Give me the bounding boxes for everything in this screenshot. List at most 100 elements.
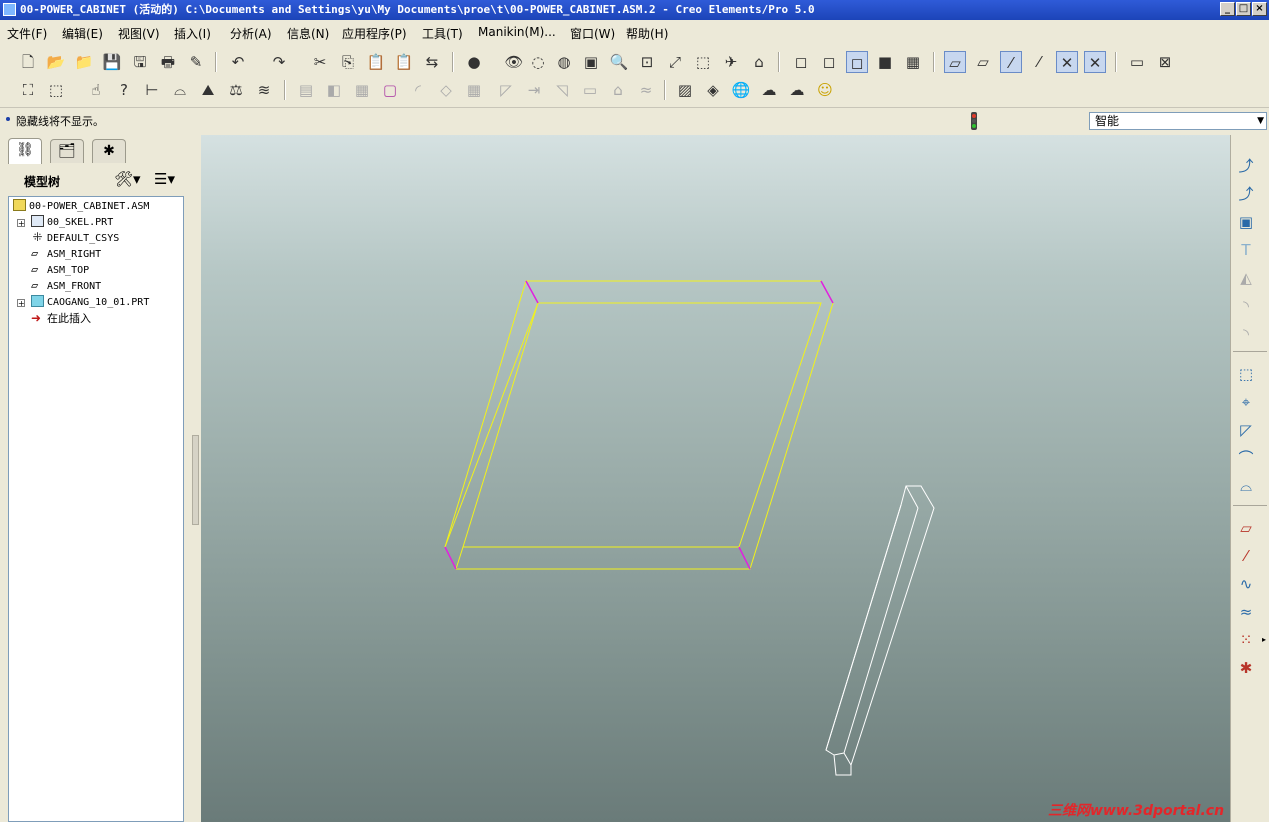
measure-distance-icon[interactable]: ⊢ bbox=[141, 79, 163, 101]
view-manager-icon[interactable]: ⌂ bbox=[748, 51, 770, 73]
tree-item-asm-right[interactable]: ▱ ASM_RIGHT bbox=[31, 247, 101, 263]
select-box-icon[interactable]: ⬚ bbox=[45, 79, 67, 101]
coordinate-system-icon[interactable]: ✱ bbox=[1235, 657, 1257, 679]
menu-window[interactable]: 窗口(W) bbox=[570, 25, 615, 42]
selection-filter-select[interactable]: 智能 ▼ bbox=[1089, 112, 1267, 130]
menu-manikin[interactable]: Manikin(M)... bbox=[478, 25, 556, 39]
saved-views-icon[interactable]: ✈ bbox=[720, 51, 742, 73]
mass-properties-icon[interactable]: ⚖ bbox=[225, 79, 247, 101]
analysis-curve-icon[interactable]: ≈ bbox=[1235, 601, 1257, 623]
shading-icon[interactable]: ■ bbox=[874, 51, 896, 73]
hand-select-icon[interactable]: ☝ bbox=[85, 79, 107, 101]
datum-planes-display-icon[interactable]: ▱ bbox=[944, 51, 966, 73]
set-working-dir-icon[interactable]: 📁 bbox=[73, 51, 95, 73]
graphics-window[interactable] bbox=[201, 135, 1230, 822]
datum-point-tool-icon[interactable]: ◸ bbox=[1235, 419, 1257, 441]
scene-icon[interactable]: ☁ bbox=[786, 79, 808, 101]
repaint-icon[interactable]: ▣ bbox=[580, 51, 602, 73]
tree-item-caogang[interactable]: CAOGANG_10_01.PRT bbox=[31, 295, 149, 311]
web-browser-icon[interactable]: 🌐 bbox=[730, 79, 752, 101]
tree-filters-icon[interactable]: ☰▾ bbox=[154, 170, 175, 188]
hidden-line-icon[interactable]: ◻ bbox=[818, 51, 840, 73]
render-tool-icon[interactable]: ☁ bbox=[758, 79, 780, 101]
hide-eye-icon[interactable]: ◌ bbox=[527, 51, 549, 73]
measure-volume-icon[interactable]: ⛰ bbox=[197, 79, 219, 101]
copy-icon[interactable]: ⎘ bbox=[337, 51, 359, 73]
menu-analysis[interactable]: 分析(A) bbox=[230, 25, 272, 42]
folder-browser-tab-icon[interactable]: 🗂 bbox=[50, 139, 84, 163]
zoom-in-icon[interactable]: 🔍 bbox=[608, 51, 630, 73]
csys-tool-icon[interactable]: ⌓ bbox=[1235, 475, 1257, 497]
annotation-display-icon[interactable]: ✕ bbox=[1056, 51, 1078, 73]
window-activate-icon[interactable]: ▭ bbox=[1126, 51, 1148, 73]
tree-item-insert-here[interactable]: ➜ 在此插入 bbox=[31, 311, 91, 327]
smiley-icon[interactable]: ☺ bbox=[814, 79, 836, 101]
datum-points-display-icon[interactable]: ⁄ bbox=[1000, 51, 1022, 73]
menu-insert[interactable]: 插入(I) bbox=[174, 25, 211, 42]
email-icon[interactable]: ✎ bbox=[185, 51, 207, 73]
curve-tool-icon[interactable]: ⌒ bbox=[1235, 447, 1257, 469]
paste-icon[interactable]: 📋 bbox=[365, 51, 387, 73]
regenerate-icon[interactable]: ⇆ bbox=[421, 51, 443, 73]
maximize-icon[interactable]: □ bbox=[1236, 2, 1251, 16]
whats-this-icon[interactable]: ? bbox=[113, 79, 135, 101]
plane-icon[interactable]: ▱ bbox=[1235, 517, 1257, 539]
refit-icon[interactable]: ⤢ bbox=[664, 51, 686, 73]
menu-help[interactable]: 帮助(H) bbox=[626, 25, 668, 42]
zoom-out-icon[interactable]: ⊡ bbox=[636, 51, 658, 73]
expand-icon[interactable]: + bbox=[17, 219, 25, 228]
expand-icon[interactable]: + bbox=[17, 299, 25, 308]
enhanced-realism-icon[interactable]: ▦ bbox=[902, 51, 924, 73]
tree-item-csys[interactable]: ⁜ DEFAULT_CSYS bbox=[31, 231, 119, 247]
traffic-light-icon[interactable] bbox=[968, 111, 980, 131]
menu-edit[interactable]: 编辑(E) bbox=[62, 25, 103, 42]
measure-area-icon[interactable]: ⌓ bbox=[169, 79, 191, 101]
redo-icon[interactable]: ↷ bbox=[268, 51, 290, 73]
create-component-icon[interactable]: ⤴ bbox=[1235, 183, 1257, 205]
paste-special-icon[interactable]: 📋 bbox=[393, 51, 415, 73]
find-icon[interactable]: ⛶ bbox=[17, 79, 39, 101]
wireframe-icon[interactable]: ◻ bbox=[790, 51, 812, 73]
package-component-icon[interactable]: ▣ bbox=[1235, 211, 1257, 233]
undo-icon[interactable]: ↶ bbox=[227, 51, 249, 73]
csys-display-icon[interactable]: ⁄ bbox=[1028, 51, 1050, 73]
visibility-eye-icon[interactable]: 👁 bbox=[503, 51, 525, 73]
model-tree-tab-icon[interactable]: ⛓ bbox=[8, 138, 42, 164]
menu-info[interactable]: 信息(N) bbox=[287, 25, 329, 42]
sketch-icon[interactable]: ▢ bbox=[379, 79, 401, 101]
sketch-curve-icon[interactable]: ∿ bbox=[1235, 573, 1257, 595]
assemble-component-icon[interactable]: ⤴ bbox=[1235, 155, 1257, 177]
no-hidden-icon[interactable]: ◻ bbox=[846, 51, 868, 73]
axis-icon[interactable]: ⁄ bbox=[1235, 545, 1257, 567]
point-icon[interactable]: ⁙ bbox=[1235, 629, 1257, 651]
cut-icon[interactable]: ✂ bbox=[309, 51, 331, 73]
datum-axis-tool-icon[interactable]: ⌖ bbox=[1235, 391, 1257, 413]
model-player-icon[interactable]: ◈ bbox=[702, 79, 724, 101]
tree-item-skel[interactable]: 00_SKEL.PRT bbox=[31, 215, 113, 231]
tree-settings-icon[interactable]: 🛠▾ bbox=[114, 170, 141, 188]
datum-axes-display-icon[interactable]: ▱ bbox=[972, 51, 994, 73]
save-icon[interactable]: 💾 bbox=[101, 51, 123, 73]
layers-icon[interactable]: ≋ bbox=[253, 79, 275, 101]
flyout-arrow-icon[interactable]: ▸ bbox=[1262, 635, 1266, 644]
menu-applications[interactable]: 应用程序(P) bbox=[342, 25, 407, 42]
window-close-icon[interactable]: ⊠ bbox=[1154, 51, 1176, 73]
favorites-tab-icon[interactable]: ✱ bbox=[92, 139, 126, 163]
datum-plane-tool-icon[interactable]: ⬚ bbox=[1235, 363, 1257, 385]
tree-item-root[interactable]: 00-POWER_CABINET.ASM bbox=[13, 199, 149, 215]
shading-sphere-icon[interactable]: ● bbox=[463, 51, 485, 73]
print-icon[interactable]: 🖶 bbox=[157, 51, 179, 73]
open-file-icon[interactable]: 📂 bbox=[45, 51, 67, 73]
spin-center-icon[interactable]: ✕ bbox=[1084, 51, 1106, 73]
layers-eye-icon[interactable]: ◍ bbox=[553, 51, 575, 73]
menu-tools[interactable]: 工具(T) bbox=[422, 25, 463, 42]
menu-view[interactable]: 视图(V) bbox=[118, 25, 160, 42]
menu-file[interactable]: 文件(F) bbox=[7, 25, 47, 42]
appearance-gallery-icon[interactable]: ▨ bbox=[674, 79, 696, 101]
orient-icon[interactable]: ⬚ bbox=[692, 51, 714, 73]
close-icon[interactable]: × bbox=[1252, 2, 1267, 16]
minimize-icon[interactable]: _ bbox=[1220, 2, 1235, 16]
panel-splitter[interactable] bbox=[192, 435, 199, 525]
tree-item-asm-front[interactable]: ▱ ASM_FRONT bbox=[31, 279, 101, 295]
new-file-icon[interactable]: 🗋 bbox=[17, 51, 39, 73]
